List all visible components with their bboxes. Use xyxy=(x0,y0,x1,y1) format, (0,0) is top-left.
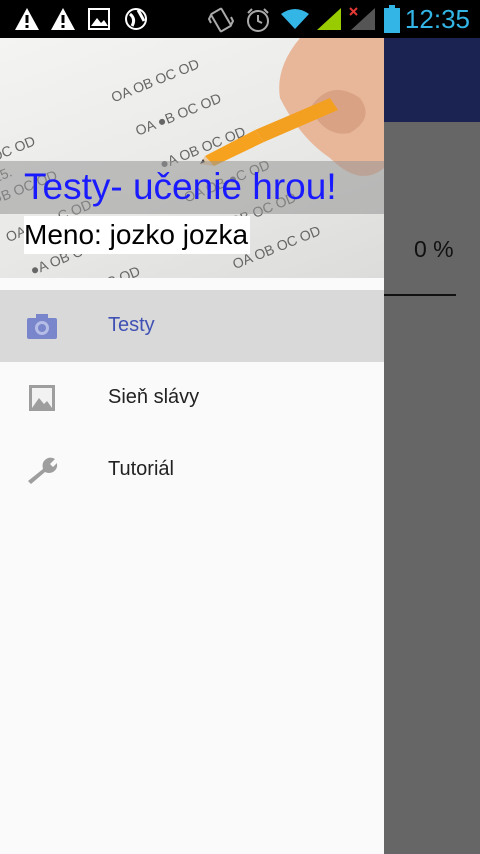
user-name-label: Meno: jozko jozka xyxy=(24,216,251,254)
drawer-item-label: Tutoriál xyxy=(108,458,174,480)
image-icon xyxy=(88,8,110,30)
battery-icon xyxy=(384,5,400,33)
signal-no-service-icon xyxy=(349,7,375,30)
navigation-drawer: A OB OC OD A ●B OC OD OA OB ●C OD ●A OB … xyxy=(0,38,384,854)
globe-icon xyxy=(125,8,147,30)
drawer-item-testy[interactable]: Testy xyxy=(0,290,384,362)
warning-icon xyxy=(15,8,39,30)
drawer-menu: Testy Sieň slávy Tutoriál xyxy=(0,290,384,506)
drawer-item-label: Testy xyxy=(108,314,155,336)
wrench-icon xyxy=(28,457,58,484)
signal-icon xyxy=(317,8,341,30)
image-icon xyxy=(29,385,55,411)
status-time: 12:35 xyxy=(404,4,470,34)
drawer-title: Testy- učenie hrou! xyxy=(24,166,337,207)
wifi-icon xyxy=(281,9,309,29)
svg-text:OA ●B OC OD: OA ●B OC OD xyxy=(133,90,223,139)
alarm-icon xyxy=(247,8,269,32)
warning-icon xyxy=(51,8,75,30)
camera-icon xyxy=(27,314,57,339)
drawer-item-tutorial[interactable]: Tutoriál xyxy=(0,434,384,506)
progress-underline xyxy=(384,294,456,296)
vibrate-icon xyxy=(208,7,234,33)
status-bar: 12:35 xyxy=(0,0,480,38)
drawer-item-label: Sieň slávy xyxy=(108,386,200,408)
progress-percent: 0 % xyxy=(414,236,454,262)
svg-text:OA OB OC OD: OA OB OC OD xyxy=(109,56,202,106)
drawer-item-sien-slavy[interactable]: Sieň slávy xyxy=(0,362,384,434)
drawer-header: A OB OC OD A ●B OC OD OA OB ●C OD ●A OB … xyxy=(0,38,384,278)
